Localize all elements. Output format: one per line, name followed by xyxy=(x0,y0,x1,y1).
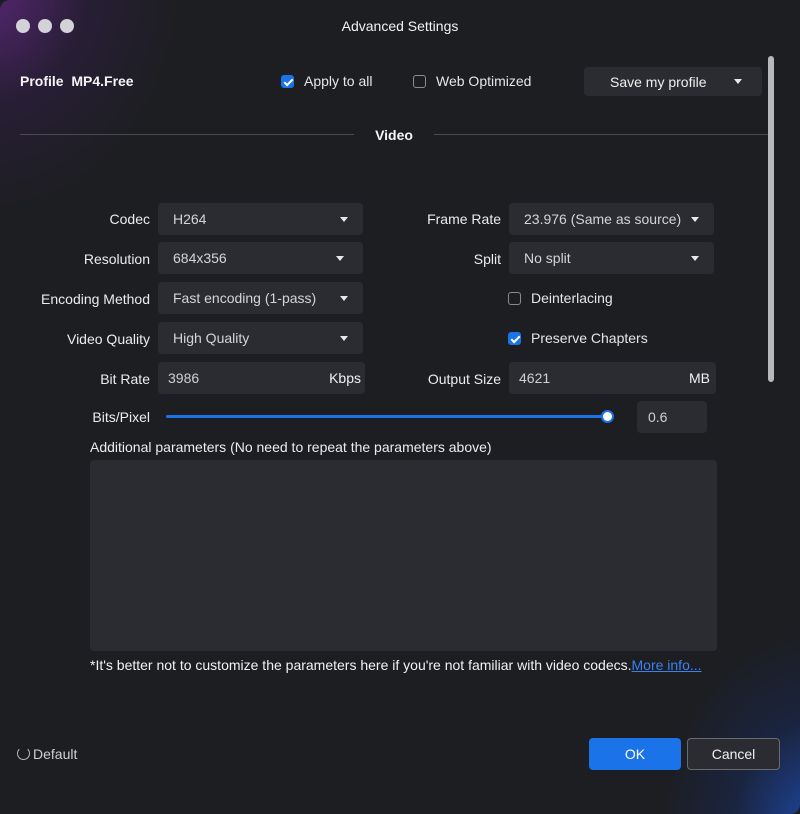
additional-parameters-textarea[interactable] xyxy=(90,460,717,651)
section-divider-left xyxy=(20,134,354,135)
bit-rate-label: Bit Rate xyxy=(100,371,150,387)
split-select[interactable]: No split xyxy=(509,242,714,274)
more-info-link[interactable]: More info... xyxy=(632,657,702,673)
frame-rate-select[interactable]: 23.976 (Same as source) xyxy=(509,203,714,235)
split-label: Split xyxy=(473,251,501,267)
bits-per-pixel-slider-track[interactable] xyxy=(166,415,608,418)
video-quality-value: High Quality xyxy=(173,330,250,346)
web-optimized-checkbox[interactable] xyxy=(413,75,426,88)
codec-value: H264 xyxy=(173,211,207,227)
bit-rate-input[interactable]: 3986 Kbps xyxy=(158,362,365,394)
frame-rate-label: Frame Rate xyxy=(427,211,501,227)
frame-rate-value: 23.976 (Same as source) xyxy=(524,211,682,227)
video-quality-label: Video Quality xyxy=(66,331,150,347)
chevron-down-icon xyxy=(734,79,742,84)
chevron-down-icon xyxy=(340,336,348,341)
save-my-profile-dropdown[interactable]: Save my profile xyxy=(584,67,762,96)
video-quality-select[interactable]: High Quality xyxy=(158,322,363,354)
encoding-method-value: Fast encoding (1-pass) xyxy=(173,290,317,306)
cancel-button[interactable]: Cancel xyxy=(687,738,780,770)
chevron-down-icon xyxy=(691,217,699,222)
bits-per-pixel-value: 0.6 xyxy=(648,409,668,425)
deinterlacing-checkbox[interactable] xyxy=(508,292,521,305)
profile-label: Profile MP4.Free xyxy=(20,73,134,89)
output-size-unit: MB xyxy=(689,370,710,386)
customization-note-text: *It's better not to customize the parame… xyxy=(90,657,632,673)
deinterlacing-label[interactable]: Deinterlacing xyxy=(531,290,613,306)
output-size-label: Output Size xyxy=(427,371,501,387)
section-title-video: Video xyxy=(375,127,413,143)
bits-per-pixel-input[interactable]: 0.6 xyxy=(637,401,707,433)
chevron-down-icon xyxy=(340,217,348,222)
resolution-select[interactable]: 684x356 xyxy=(158,242,363,274)
bits-per-pixel-slider-handle[interactable] xyxy=(601,410,614,423)
apply-to-all-checkbox[interactable] xyxy=(281,75,294,88)
customization-note: *It's better not to customize the parame… xyxy=(90,657,702,673)
chevron-down-icon xyxy=(340,296,348,301)
codec-label: Codec xyxy=(109,211,150,227)
split-value: No split xyxy=(524,250,571,266)
bit-rate-value: 3986 xyxy=(168,370,200,386)
apply-to-all-label[interactable]: Apply to all xyxy=(304,73,372,89)
encoding-method-select[interactable]: Fast encoding (1-pass) xyxy=(158,282,363,314)
codec-select[interactable]: H264 xyxy=(158,203,363,235)
default-label: Default xyxy=(33,746,78,762)
reset-icon xyxy=(17,747,30,760)
resolution-label: Resolution xyxy=(83,251,150,267)
output-size-input[interactable]: 4621 MB xyxy=(509,362,716,394)
window-title: Advanced Settings xyxy=(341,18,459,34)
preserve-chapters-label[interactable]: Preserve Chapters xyxy=(531,330,648,346)
save-my-profile-label: Save my profile xyxy=(610,74,707,90)
advanced-settings-window: Advanced Settings Profile MP4.Free Apply… xyxy=(0,0,800,814)
vertical-scrollbar[interactable] xyxy=(768,56,774,382)
preserve-chapters-checkbox[interactable] xyxy=(508,332,521,345)
output-size-value: 4621 xyxy=(519,370,551,386)
encoding-method-label: Encoding Method xyxy=(41,291,150,307)
ok-button[interactable]: OK xyxy=(589,738,681,770)
bit-rate-unit: Kbps xyxy=(329,370,361,386)
chevron-down-icon xyxy=(691,256,699,261)
chevron-down-icon xyxy=(336,256,344,261)
resolution-value: 684x356 xyxy=(173,250,227,266)
section-divider-right xyxy=(434,134,768,135)
bits-per-pixel-label: Bits/Pixel xyxy=(92,409,150,425)
additional-parameters-label: Additional parameters (No need to repeat… xyxy=(90,439,492,455)
web-optimized-label[interactable]: Web Optimized xyxy=(436,73,531,89)
